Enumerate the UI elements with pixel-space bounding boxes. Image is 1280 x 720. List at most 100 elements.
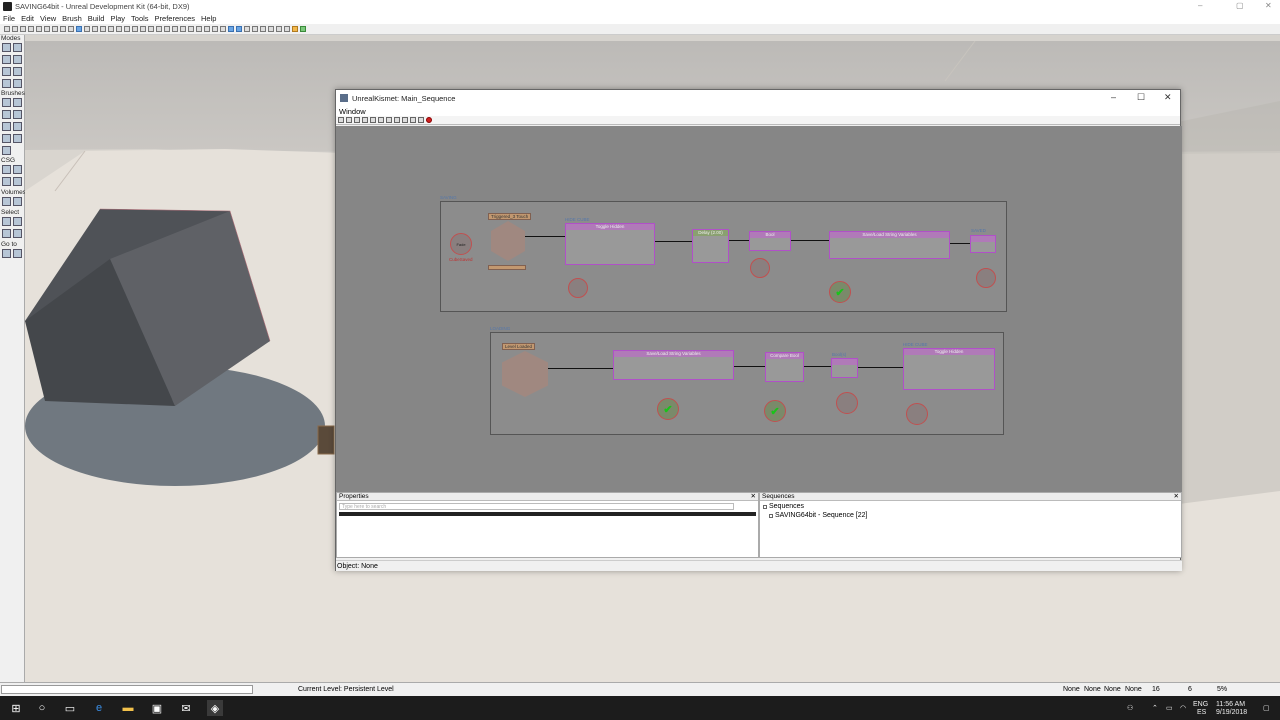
cut-icon[interactable] [52, 26, 58, 32]
menu-brush[interactable]: Brush [62, 14, 82, 23]
windows-start-icon[interactable]: ⊞ [8, 700, 24, 716]
tray-chevron-icon[interactable]: ⌃ [1152, 704, 1158, 712]
command-input[interactable] [1, 685, 253, 694]
curves-icon[interactable] [386, 117, 392, 123]
menu-tools[interactable]: Tools [131, 14, 149, 23]
properties-search-input[interactable]: Type here to search [339, 503, 734, 510]
status-none-2[interactable]: None [1084, 686, 1101, 693]
status-none-3[interactable]: None [1104, 686, 1121, 693]
delay-node[interactable]: Delay (2.00) [692, 229, 729, 263]
browser-icon[interactable] [92, 26, 98, 32]
mesh-paint-icon[interactable] [2, 67, 11, 76]
linear-stair-brush-icon[interactable] [2, 122, 11, 131]
rename-sequence-icon[interactable] [362, 117, 368, 123]
console-icon[interactable] [276, 26, 282, 32]
kismet-minimize-button[interactable]: – [1111, 92, 1116, 102]
coverage-mode-icon[interactable] [2, 79, 11, 88]
search-icon[interactable] [394, 117, 400, 123]
menu-view[interactable]: View [40, 14, 56, 23]
clock-date[interactable]: 9/19/2018 [1216, 709, 1247, 716]
mesh-icon[interactable] [132, 26, 138, 32]
goto-actor-icon[interactable] [2, 249, 11, 258]
build-paths-icon[interactable] [212, 26, 218, 32]
invert-selection-icon[interactable] [2, 229, 11, 238]
camera-icon[interactable] [116, 26, 122, 32]
build-geometry-icon[interactable] [196, 26, 202, 32]
saving-toggle-hidden-node[interactable]: Toggle Hidden [565, 223, 655, 265]
bool-node[interactable]: Bool [749, 231, 791, 251]
loading-toggle-hidden-node[interactable]: Toggle Hidden [903, 348, 995, 390]
kismet-graph-canvas[interactable]: SAVING Fade CubeSaved Triggered_3 Touch … [336, 126, 1182, 492]
sound-icon[interactable] [156, 26, 162, 32]
lit-icon[interactable] [252, 26, 258, 32]
show-selected-icon[interactable] [2, 217, 11, 226]
sequences-root-item[interactable]: Sequences [760, 503, 1181, 510]
kismet-menu-window[interactable]: Window [339, 107, 366, 116]
save-all-icon[interactable] [28, 26, 34, 32]
pc-icon[interactable] [284, 26, 290, 32]
csg-subtract-icon[interactable] [13, 165, 22, 174]
status-none-4[interactable]: None [1125, 686, 1142, 693]
anim-icon[interactable] [180, 26, 186, 32]
matinee-icon[interactable] [172, 26, 178, 32]
volumetric-brush-icon[interactable] [2, 146, 11, 155]
copy-icon[interactable] [60, 26, 66, 32]
loading-saveload-node[interactable]: Save/Load String Variables [613, 350, 734, 380]
search-icon[interactable]: ○ [34, 700, 50, 716]
build-all-icon[interactable] [220, 26, 226, 32]
task-view-icon[interactable]: ▭ [62, 700, 78, 716]
static-mesh-mode-icon[interactable] [13, 79, 22, 88]
wifi-icon[interactable]: ◠ [1180, 704, 1186, 712]
language-label[interactable]: ENG [1193, 701, 1208, 708]
show-connectors-icon[interactable] [378, 117, 384, 123]
paste-icon[interactable] [68, 26, 74, 32]
saving-saveload-node[interactable]: Save/Load String Variables [829, 231, 950, 259]
saving-target-variable[interactable] [568, 278, 588, 298]
realtime-icon[interactable] [244, 26, 250, 32]
saved-variable[interactable] [976, 268, 996, 288]
kismet-maximize-button[interactable]: ☐ [1137, 92, 1145, 103]
add-volume-icon[interactable] [2, 197, 11, 206]
file-explorer-icon[interactable]: ▬ [120, 700, 136, 716]
hide-connectors-icon[interactable] [370, 117, 376, 123]
sphere-brush-icon[interactable] [13, 134, 22, 143]
maximize-button[interactable]: ▢ [1236, 1, 1244, 10]
rotation-snap-value[interactable]: 6 [1188, 686, 1192, 693]
light-icon[interactable] [140, 26, 146, 32]
close-button[interactable]: ✕ [1265, 1, 1272, 10]
saved-node[interactable] [970, 235, 996, 253]
cone-brush-icon[interactable] [13, 98, 22, 107]
foliage-mode-icon[interactable] [13, 67, 22, 76]
menu-preferences[interactable]: Preferences [155, 14, 195, 23]
properties-close-icon[interactable]: ✕ [751, 493, 756, 501]
view-mode2-icon[interactable] [236, 26, 242, 32]
texture-mode-icon[interactable] [13, 55, 22, 64]
language-region-label[interactable]: ES [1197, 709, 1206, 716]
select-icon[interactable] [76, 26, 82, 32]
undo-icon[interactable] [36, 26, 42, 32]
cube-brush-icon[interactable] [2, 98, 11, 107]
unreal-taskbar-icon[interactable]: ◈ [207, 700, 223, 716]
save-icon[interactable] [20, 26, 26, 32]
loading-target-variable[interactable] [906, 403, 928, 425]
compare-bool-node[interactable]: Compare Bool [765, 352, 804, 382]
back-icon[interactable] [338, 117, 344, 123]
menu-edit[interactable]: Edit [21, 14, 34, 23]
hide-selected-icon[interactable] [13, 217, 22, 226]
csg-intersect-icon[interactable] [2, 177, 11, 186]
grid-size-value[interactable]: 16 [1152, 686, 1160, 693]
menu-build[interactable]: Build [88, 14, 105, 23]
compare-check-variable[interactable] [764, 400, 786, 422]
unlit-icon[interactable] [260, 26, 266, 32]
sequences-close-icon[interactable]: ✕ [1174, 493, 1179, 501]
bool-variable[interactable] [750, 258, 770, 278]
notifications-icon[interactable]: ▢ [1263, 704, 1270, 712]
create-sequence-icon[interactable] [410, 117, 416, 123]
terrain-icon[interactable] [148, 26, 154, 32]
particle-icon[interactable] [188, 26, 194, 32]
show-all-icon[interactable] [13, 229, 22, 238]
forward-icon[interactable] [346, 117, 352, 123]
view-mode-icon[interactable] [228, 26, 234, 32]
play-on-pc-icon[interactable] [292, 26, 298, 32]
curved-stair-brush-icon[interactable] [13, 110, 22, 119]
